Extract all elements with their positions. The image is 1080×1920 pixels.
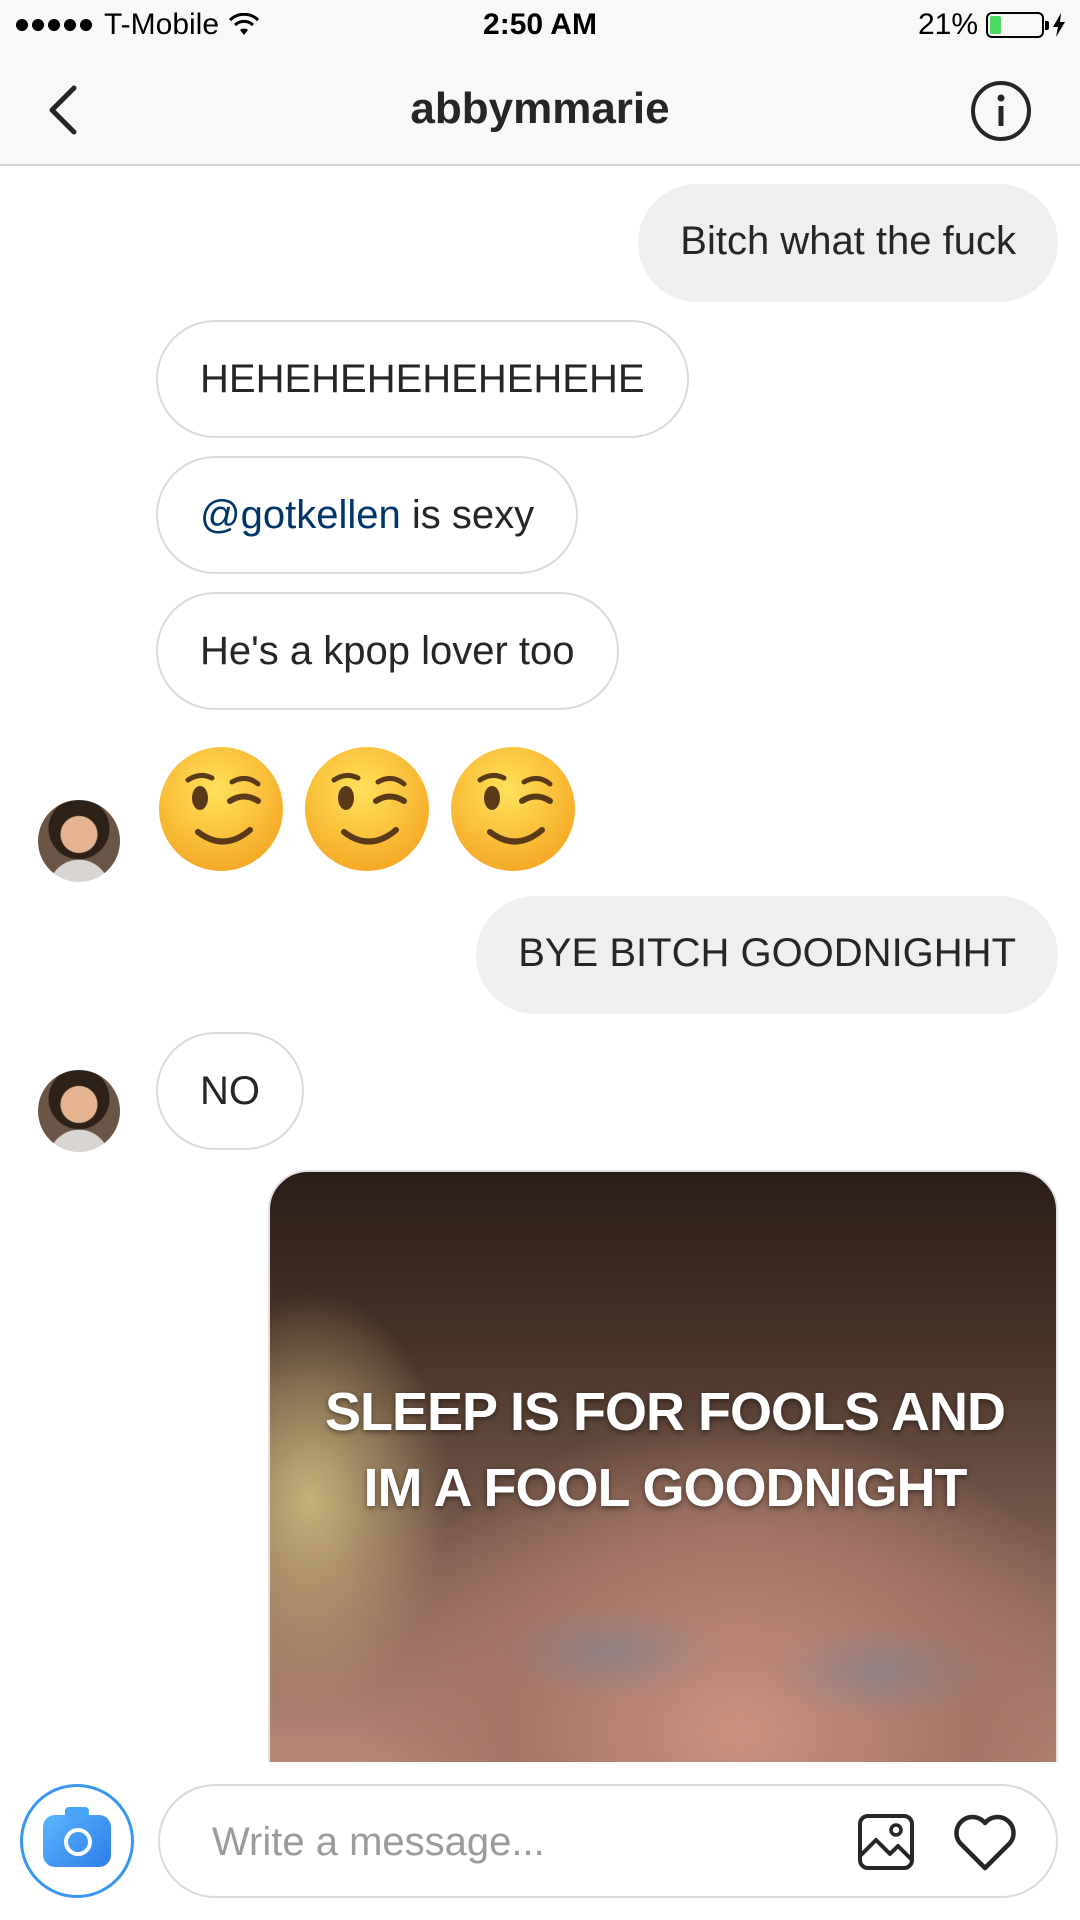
gallery-icon[interactable] xyxy=(856,1812,916,1872)
image-caption-line: IM A FOOL GOODNIGHT xyxy=(363,1458,968,1518)
message-text: HEHEHEHEHEHEHEHE xyxy=(200,357,645,401)
message-text: is sexy xyxy=(400,493,535,537)
message-thread[interactable]: Bitch what the fuck HEHEHEHEHEHEHEHE @go… xyxy=(0,166,1080,1762)
message-text: BYE BITCH GOODNIGHHT xyxy=(518,931,1016,975)
wink-emoji-icon xyxy=(159,747,283,871)
message-composer xyxy=(0,1762,1080,1920)
message-bubble-received[interactable]: HEHEHEHEHEHEHEHE xyxy=(156,320,689,438)
image-caption-line: SLEEP IS FOR FOOLS AND xyxy=(324,1382,1006,1442)
image-caption: SLEEP IS FOR FOOLS AND IM A FOOL GOODNIG… xyxy=(270,1374,1056,1526)
sender-avatar[interactable] xyxy=(38,1070,120,1152)
message-bubble-received[interactable]: NO xyxy=(156,1032,304,1150)
status-bar: T-Mobile 2:50 AM 21% xyxy=(0,0,1080,54)
heart-icon[interactable] xyxy=(952,1810,1018,1874)
info-icon[interactable] xyxy=(970,80,1032,142)
message-text: Bitch what the fuck xyxy=(680,219,1016,263)
camera-icon xyxy=(43,1807,111,1867)
message-input[interactable] xyxy=(210,1786,814,1898)
charging-bolt-icon xyxy=(1053,13,1065,37)
image-message[interactable]: SLEEP IS FOR FOOLS AND IM A FOOL GOODNIG… xyxy=(268,1170,1058,1762)
message-bubble-received[interactable]: He's a kpop lover too xyxy=(156,592,619,710)
battery-fill xyxy=(990,16,1001,34)
message-text: NO xyxy=(200,1069,260,1113)
conversation-title[interactable]: abbymmarie xyxy=(0,84,1080,134)
battery-percent: 21% xyxy=(917,8,978,41)
battery-icon xyxy=(986,12,1049,38)
camera-button[interactable] xyxy=(20,1784,134,1898)
emoji-message[interactable] xyxy=(158,746,576,872)
message-bubble-sent[interactable]: Bitch what the fuck xyxy=(638,184,1058,302)
navigation-bar: abbymmarie xyxy=(0,54,1080,166)
message-field[interactable] xyxy=(158,1784,1058,1898)
message-text: He's a kpop lover too xyxy=(200,629,575,673)
wink-emoji-icon xyxy=(305,747,429,871)
user-mention-link[interactable]: @gotkellen xyxy=(200,493,401,537)
message-bubble-received[interactable]: @gotkellen is sexy xyxy=(156,456,579,574)
sender-avatar[interactable] xyxy=(38,800,120,882)
wink-emoji-icon xyxy=(451,747,575,871)
message-bubble-sent[interactable]: BYE BITCH GOODNIGHHT xyxy=(476,896,1058,1014)
status-right: 21% xyxy=(918,8,1066,42)
